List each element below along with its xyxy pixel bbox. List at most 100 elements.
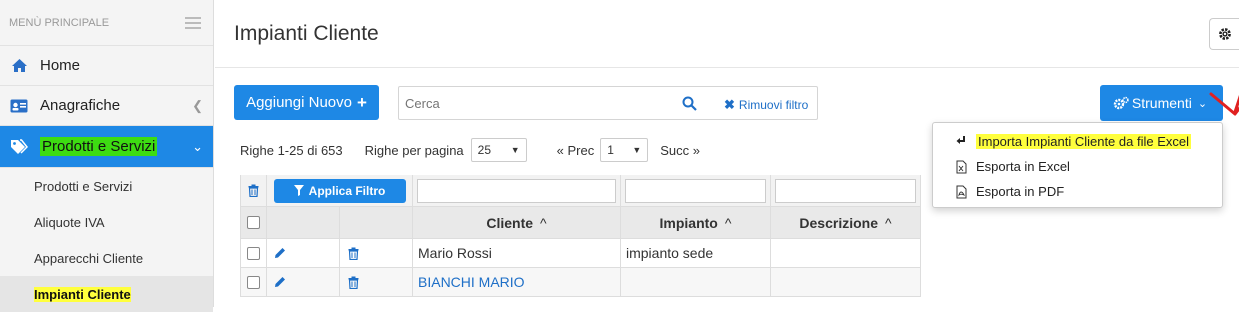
page-value: 1 (607, 143, 614, 157)
remove-filter-button[interactable]: ✖ Rimuovi filtro (724, 97, 808, 113)
sidebar-header: MENÙ PRINCIPALE (0, 0, 213, 46)
search-input[interactable] (399, 95, 669, 111)
select-caret-icon: ▼ (632, 145, 642, 155)
sidebar-item-anagrafiche[interactable]: Anagrafiche ❮ (0, 86, 213, 126)
chevron-down-icon: ⌄ (192, 138, 203, 154)
rows-per-page-select[interactable]: 25 ▼ (470, 138, 527, 162)
sidebar-subitem-label: Prodotti e Servizi (34, 178, 133, 194)
plus-icon: + (356, 92, 367, 112)
sort-icon: ^ (885, 214, 892, 231)
sort-icon: ^ (540, 214, 547, 231)
apply-filter-button[interactable]: Applica Filtro (273, 178, 406, 203)
trash-icon[interactable] (248, 184, 259, 197)
select-all-checkbox[interactable] (247, 216, 260, 229)
row-checkbox-cell (240, 268, 267, 297)
sidebar-subitem-aliquote-iva[interactable]: Aliquote IVA (0, 204, 213, 240)
home-icon (10, 58, 28, 73)
table-row: BIANCHI MARIO (240, 268, 921, 297)
row-checkbox[interactable] (247, 246, 260, 260)
pencil-icon[interactable] (274, 276, 286, 288)
menu-item-export-pdf[interactable]: Esporta in PDF (933, 179, 1222, 204)
menu-item-import-excel[interactable]: Importa Impianti Cliente da file Excel (933, 129, 1222, 154)
column-header-impianto[interactable]: Impianto ^ (621, 207, 771, 239)
search-bar: ✖ Rimuovi filtro (398, 86, 818, 120)
data-table: Applica Filtro Cliente ^ Impianto ^ Desc… (240, 175, 921, 297)
id-card-icon (10, 99, 28, 113)
import-arrow-icon (955, 135, 967, 148)
sidebar-subitem-label: Apparecchi Cliente (34, 250, 144, 266)
remove-filter-label: Rimuovi filtro (738, 98, 809, 112)
add-new-button[interactable]: Aggiungi Nuovo + (234, 85, 379, 120)
pencil-icon[interactable] (274, 247, 286, 259)
tools-label: Strumenti (1131, 95, 1192, 111)
rows-per-page-value: 25 (477, 143, 492, 157)
delete-column-header (340, 207, 413, 239)
menu-item-label: Esporta in Excel (976, 159, 1070, 174)
filter-cliente-input[interactable] (417, 178, 616, 203)
row-checkbox[interactable] (247, 275, 260, 289)
sidebar-item-label: Anagrafiche (40, 97, 121, 114)
clear-filters-cell (240, 175, 267, 207)
sidebar-item-home[interactable]: Home (0, 46, 213, 86)
sidebar-subitem-label: Impianti Cliente (34, 286, 131, 302)
cell-impianto (621, 268, 771, 297)
add-new-label: Aggiungi Nuovo (246, 94, 352, 111)
row-checkbox-cell (240, 239, 267, 268)
edit-cell (267, 268, 340, 297)
column-header-cliente[interactable]: Cliente ^ (413, 207, 621, 239)
tags-icon (10, 138, 28, 155)
next-page-link[interactable]: Succ » (660, 143, 700, 158)
sidebar-item-label: Prodotti e Servizi (40, 137, 158, 156)
select-all-cell (240, 207, 267, 239)
filter-descrizione-cell (771, 175, 921, 207)
page-title: Impianti Cliente (234, 21, 379, 45)
apply-filter-cell: Applica Filtro (267, 175, 413, 207)
filter-impianto-input[interactable] (625, 178, 766, 203)
prev-page-link[interactable]: « Prec (557, 143, 595, 158)
filter-impianto-cell (621, 175, 771, 207)
cell-cliente-link[interactable]: BIANCHI MARIO (413, 268, 621, 297)
main-content: Impianti Cliente Aggiungi Nuovo + ✖ Rimu… (215, 0, 1239, 307)
page-header: Impianti Cliente (215, 0, 1239, 68)
filter-cliente-cell (413, 175, 621, 207)
sidebar-item-label: Home (40, 57, 81, 74)
trash-icon[interactable] (348, 247, 359, 260)
excel-file-icon (955, 160, 967, 174)
gears-icon (1113, 96, 1129, 110)
filter-icon (293, 185, 304, 196)
header-row: Cliente ^ Impianto ^ Descrizione ^ (240, 207, 921, 239)
cell-descrizione (771, 239, 921, 268)
cell-impianto: impianto sede (621, 239, 771, 268)
trash-icon[interactable] (348, 276, 359, 289)
page-select[interactable]: 1 ▼ (600, 138, 649, 162)
sidebar-subitem-prodotti-servizi[interactable]: Prodotti e Servizi (0, 168, 213, 204)
rows-info: Righe 1-25 di 653 (240, 142, 343, 158)
cell-descrizione (771, 268, 921, 297)
pagination-bar: Righe 1-25 di 653 Righe per pagina 25 ▼ … (240, 138, 700, 162)
search-icon[interactable] (682, 96, 697, 111)
annotation-arrow-icon (1209, 92, 1239, 116)
select-caret-icon: ▼ (510, 145, 520, 155)
apply-filter-label: Applica Filtro (308, 183, 386, 198)
menu-item-export-excel[interactable]: Esporta in Excel (933, 154, 1222, 179)
sidebar-subitem-apparecchi-cliente[interactable]: Apparecchi Cliente (0, 240, 213, 276)
edit-column-header (267, 207, 340, 239)
sidebar: MENÙ PRINCIPALE Home Anagrafiche ❮ Prodo… (0, 0, 214, 312)
filter-row: Applica Filtro (240, 175, 921, 207)
delete-cell (340, 268, 413, 297)
tools-dropdown-menu: Importa Impianti Cliente da file Excel E… (932, 122, 1223, 208)
column-header-label: Cliente (486, 214, 534, 231)
delete-cell (340, 239, 413, 268)
sidebar-subitem-label: Aliquote IVA (34, 214, 105, 230)
menu-item-label: Importa Impianti Cliente da file Excel (976, 134, 1191, 149)
column-header-descrizione[interactable]: Descrizione ^ (771, 207, 921, 239)
close-icon: ✖ (724, 97, 735, 112)
sort-icon: ^ (724, 214, 732, 231)
sidebar-item-prodotti-servizi[interactable]: Prodotti e Servizi ⌄ (0, 126, 213, 168)
menu-item-label: Esporta in PDF (976, 184, 1065, 199)
cell-cliente: Mario Rossi (413, 239, 621, 268)
filter-descrizione-input[interactable] (775, 178, 916, 203)
hamburger-menu-icon[interactable] (185, 16, 201, 29)
edit-cell (267, 239, 340, 268)
sidebar-title: MENÙ PRINCIPALE (9, 16, 110, 29)
